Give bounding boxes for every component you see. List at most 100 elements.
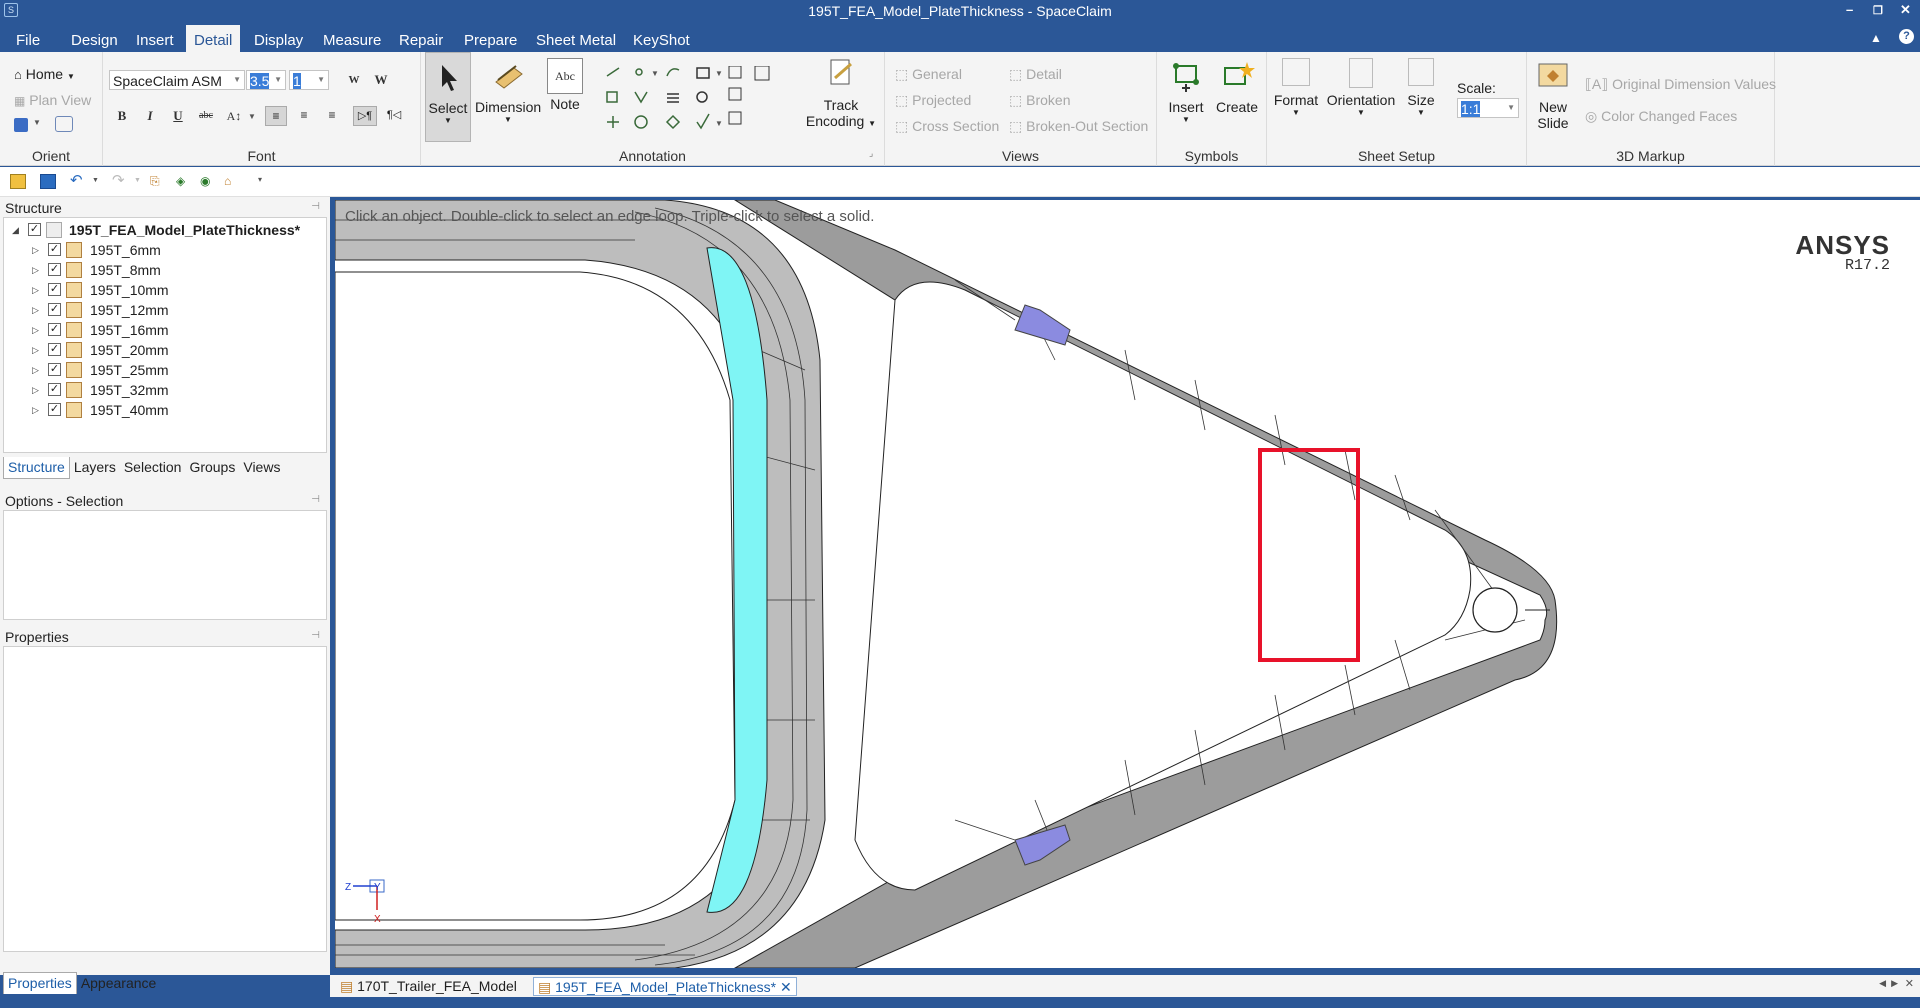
tab-repair[interactable]: Repair [391, 28, 451, 52]
tree-item[interactable]: ▷ ✓ 195T_16mm [4, 320, 324, 340]
size-button[interactable]: Size ▼ [1401, 58, 1441, 117]
detail-view-button[interactable]: ⬚ Detail [1009, 66, 1062, 83]
save-icon[interactable] [40, 174, 56, 189]
expand-icon[interactable]: ▷ [32, 265, 39, 276]
item-checkbox[interactable]: ✓ [48, 383, 61, 396]
graphics-viewport[interactable]: Y Z X Click an object. Double-click to s… [335, 200, 1920, 968]
original-dimension-values-button[interactable]: ⟦A⟧ Original Dimension Values [1585, 76, 1776, 93]
print-icon[interactable]: ⌂ [224, 174, 240, 189]
align-right-icon[interactable]: ≡ [321, 106, 343, 126]
tab-views[interactable]: Views [239, 457, 284, 479]
scale-select[interactable]: 1:1 ▼ [1457, 98, 1519, 118]
item-checkbox[interactable]: ✓ [48, 403, 61, 416]
select-button[interactable]: Select ▼ [425, 52, 471, 142]
expand-icon[interactable]: ▷ [32, 345, 39, 356]
tab-prepare[interactable]: Prepare [456, 28, 525, 52]
pin-hole[interactable] [1472, 587, 1518, 633]
root-checkbox[interactable]: ✓ [28, 223, 41, 236]
tab-insert[interactable]: Insert [128, 28, 182, 52]
pin-icon[interactable]: ⊣ [311, 494, 320, 505]
open-icon[interactable] [10, 174, 26, 189]
collapse-icon[interactable]: ◢ [12, 225, 19, 236]
tab-sheet-metal[interactable]: Sheet Metal [528, 28, 624, 52]
color-changed-faces-button[interactable]: ◎ Color Changed Faces [1585, 108, 1737, 125]
projected-view-button[interactable]: ⬚ Projected [895, 92, 971, 109]
zoom-extents-icon[interactable] [55, 116, 73, 132]
tab-detail[interactable]: Detail [186, 25, 241, 52]
help-icon[interactable]: ? [1899, 29, 1914, 44]
home-button[interactable]: ⌂ Home ▼ [14, 66, 75, 82]
plan-view-button[interactable]: ▦ Plan View [14, 92, 91, 108]
align-left-icon[interactable]: ≡ [265, 106, 287, 126]
broken-view-button[interactable]: ⬚ Broken [1009, 92, 1070, 109]
redo-icon[interactable]: ↷ [112, 173, 128, 189]
tab-display[interactable]: Display [246, 28, 311, 52]
doc-tab-170t[interactable]: ▤ 170T_Trailer_FEA_Model [336, 977, 521, 996]
tab-keyshot[interactable]: KeyShot [625, 28, 698, 52]
item-checkbox[interactable]: ✓ [48, 243, 61, 256]
dimension-button[interactable]: Dimension ▼ [475, 58, 541, 124]
tree-item[interactable]: ▷ ✓ 195T_10mm [4, 280, 324, 300]
tab-design[interactable]: Design [63, 28, 126, 52]
customize-toolbar-icon[interactable]: ▾ [258, 175, 262, 184]
pin-icon[interactable]: ⊣ [311, 630, 320, 641]
tree-item[interactable]: ▷ ✓ 195T_8mm [4, 260, 324, 280]
minimize-icon[interactable]: – [1846, 2, 1853, 17]
item-checkbox[interactable]: ✓ [48, 303, 61, 316]
general-view-button[interactable]: ⬚ General [895, 66, 962, 83]
tab-scroll-right-icon[interactable]: ▶ [1891, 978, 1898, 989]
tab-properties[interactable]: Properties [3, 972, 77, 994]
expand-icon[interactable]: ▷ [32, 405, 39, 416]
underline-button[interactable]: U [167, 106, 189, 126]
font-family-select[interactable]: SpaceClaim ASM ▼ [109, 70, 245, 90]
wide-button[interactable]: W [370, 70, 392, 90]
model-graphics[interactable]: Y Z X [335, 200, 1920, 968]
expand-icon[interactable]: ▷ [32, 305, 39, 316]
restore-icon[interactable]: ❐ [1873, 4, 1883, 17]
tree-item[interactable]: ▷ ✓ 195T_25mm [4, 360, 324, 380]
tab-structure[interactable]: Structure [3, 457, 70, 479]
create-symbol-button[interactable]: Create [1213, 58, 1261, 115]
strikethrough-button[interactable]: abc [195, 106, 217, 126]
tab-groups[interactable]: Groups [185, 457, 239, 479]
item-checkbox[interactable]: ✓ [48, 263, 61, 276]
tab-file[interactable]: File [8, 28, 48, 52]
rtl-icon[interactable]: ¶◁ [383, 106, 405, 126]
tab-appearance[interactable]: Appearance [77, 973, 161, 995]
broken-out-section-button[interactable]: ⬚ Broken-Out Section [1009, 118, 1148, 135]
item-checkbox[interactable]: ✓ [48, 343, 61, 356]
paste-icon[interactable]: ⎘ [150, 174, 166, 189]
close-icon[interactable]: ✕ [1900, 2, 1911, 18]
width-button[interactable]: W [343, 70, 365, 90]
undo-icon[interactable]: ↶ [70, 173, 86, 189]
tab-scroll-left-icon[interactable]: ◀ [1879, 978, 1886, 989]
tab-selection[interactable]: Selection [120, 457, 186, 479]
italic-button[interactable]: I [139, 106, 161, 126]
item-checkbox[interactable]: ✓ [48, 363, 61, 376]
format-button[interactable]: Format ▼ [1271, 58, 1321, 117]
collapse-ribbon-icon[interactable]: ▲ [1870, 31, 1882, 45]
track-encoding-button[interactable]: Track Encoding ▼ [801, 56, 881, 129]
font-ratio-select[interactable]: 1 ▼ [289, 70, 329, 90]
snapshot-icon[interactable]: ◉ [200, 174, 216, 189]
pin-icon[interactable]: ⊣ [311, 201, 320, 212]
note-button[interactable]: Abc Note [545, 58, 585, 112]
font-case-icon[interactable]: A↕ [223, 106, 245, 126]
expand-icon[interactable]: ▷ [32, 385, 39, 396]
tree-item[interactable]: ▷ ✓ 195T_32mm [4, 380, 324, 400]
ltr-icon[interactable]: ▷¶ [353, 106, 377, 126]
tree-item[interactable]: ▷ ✓ 195T_20mm [4, 340, 324, 360]
tree-item[interactable]: ▷ ✓ 195T_12mm [4, 300, 324, 320]
tree-item[interactable]: ▷ ✓ 195T_6mm [4, 240, 324, 260]
expand-icon[interactable]: ▷ [32, 325, 39, 336]
doc-tab-195t[interactable]: ▤ 195T_FEA_Model_PlateThickness* ✕ [533, 977, 797, 996]
font-size-select[interactable]: 3.5 ▼ [246, 70, 286, 90]
cross-section-button[interactable]: ⬚ Cross Section [895, 118, 999, 135]
orientation-button[interactable]: Orientation ▼ [1325, 58, 1397, 117]
tab-layers[interactable]: Layers [70, 457, 120, 479]
new-slide-button[interactable]: New Slide [1531, 58, 1575, 131]
close-tab-icon[interactable]: ✕ [780, 979, 792, 995]
close-all-tabs-icon[interactable]: ✕ [1905, 977, 1914, 990]
bold-button[interactable]: B [111, 106, 133, 126]
item-checkbox[interactable]: ✓ [48, 323, 61, 336]
